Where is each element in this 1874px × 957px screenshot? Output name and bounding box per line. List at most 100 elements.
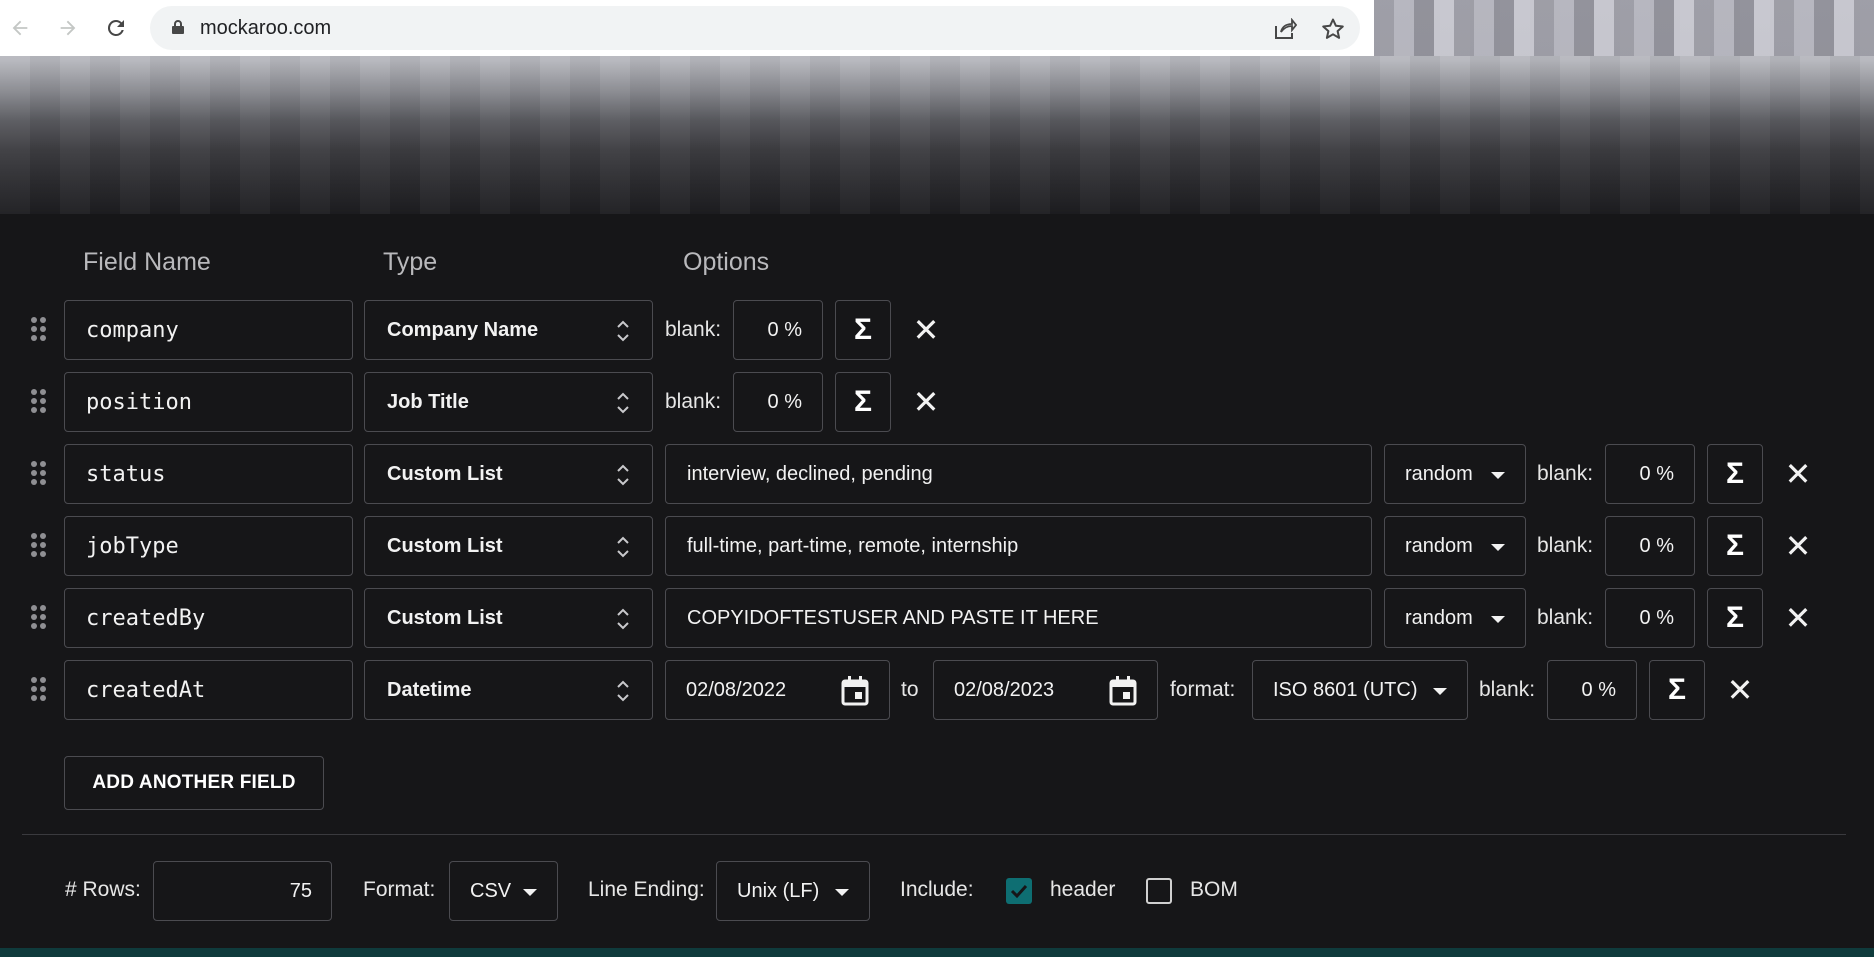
field-type-select[interactable]: Custom List — [364, 516, 653, 576]
date-from-value: 02/08/2022 — [686, 678, 787, 701]
date-to-input[interactable]: 02/08/2023 — [933, 660, 1158, 720]
blank-percent-input[interactable]: 0 % — [733, 372, 823, 432]
url-text: mockaroo.com — [200, 17, 332, 39]
handle-dot — [40, 686, 46, 692]
formula-sigma-button[interactable]: Σ — [1707, 516, 1763, 576]
field-type-label: Datetime — [387, 678, 472, 701]
drag-handle-icon[interactable] — [31, 677, 49, 703]
field-name-input[interactable]: company — [64, 300, 353, 360]
handle-dot — [31, 326, 37, 332]
remove-field-close-icon[interactable]: ✕ — [1783, 528, 1813, 564]
blank-percent-input[interactable]: 0 % — [1547, 660, 1637, 720]
drag-handle-icon[interactable] — [31, 389, 49, 415]
handle-dot — [40, 623, 46, 629]
field-type-select[interactable]: Company Name — [364, 300, 653, 360]
blank-percent-input[interactable]: 0 % — [733, 300, 823, 360]
selection-mode-select[interactable]: random — [1384, 516, 1526, 576]
chevron-down-icon — [1433, 688, 1447, 695]
handle-dot — [31, 695, 37, 701]
custom-list-values-input[interactable]: full-time, part-time, remote, internship — [665, 516, 1372, 576]
blank-percent-input[interactable]: 0 % — [1605, 588, 1695, 648]
remove-field-close-icon[interactable]: ✕ — [1783, 600, 1813, 636]
updown-chevron-icon — [617, 320, 629, 342]
remove-field-close-icon[interactable]: ✕ — [911, 312, 941, 348]
bottom-strip — [0, 948, 1874, 957]
chevron-down-icon — [523, 889, 537, 896]
field-type-select[interactable]: Job Title — [364, 372, 653, 432]
chevron-down-icon — [1491, 616, 1505, 623]
selection-mode-value: random — [1405, 462, 1473, 485]
blank-percent-input[interactable]: 0 % — [1605, 444, 1695, 504]
remove-field-close-icon[interactable]: ✕ — [911, 384, 941, 420]
updown-chevron-icon — [617, 392, 629, 414]
updown-chevron-icon — [617, 608, 629, 630]
datetime-format-select[interactable]: ISO 8601 (UTC) — [1252, 660, 1468, 720]
format-label: Format: — [363, 878, 436, 901]
date-to-value: 02/08/2023 — [954, 678, 1055, 701]
selection-mode-select[interactable]: random — [1384, 588, 1526, 648]
handle-dot — [31, 533, 37, 539]
calendar-icon[interactable] — [1109, 676, 1137, 706]
rows-input[interactable]: 75 — [153, 861, 332, 921]
handle-dot — [40, 551, 46, 557]
formula-sigma-button[interactable]: Σ — [1707, 588, 1763, 648]
bookmark-star-icon[interactable] — [1320, 16, 1346, 42]
field-name-input[interactable]: position — [64, 372, 353, 432]
selection-mode-select[interactable]: random — [1384, 444, 1526, 504]
handle-dot — [31, 389, 37, 395]
drag-handle-icon[interactable] — [31, 461, 49, 487]
custom-list-values-input[interactable]: interview, declined, pending — [665, 444, 1372, 504]
remove-field-close-icon[interactable]: ✕ — [1725, 672, 1755, 708]
blank-label: blank: — [665, 318, 722, 341]
field-name-input[interactable]: status — [64, 444, 353, 504]
format-value: CSV — [470, 879, 512, 902]
field-name-input[interactable]: jobType — [64, 516, 353, 576]
field-name-input[interactable]: createdAt — [64, 660, 353, 720]
calendar-icon[interactable] — [841, 676, 869, 706]
add-another-field-button[interactable]: ADD ANOTHER FIELD — [64, 756, 324, 810]
header-field-name: Field Name — [83, 248, 211, 276]
handle-dot — [40, 389, 46, 395]
forward-arrow-icon[interactable] — [50, 10, 86, 46]
updown-chevron-icon — [617, 536, 629, 558]
handle-dot — [40, 605, 46, 611]
line-ending-value: Unix (LF) — [737, 879, 820, 902]
drag-handle-icon[interactable] — [31, 605, 49, 631]
drag-handle-icon[interactable] — [31, 317, 49, 343]
formula-sigma-button[interactable]: Σ — [1707, 444, 1763, 504]
divider — [22, 834, 1846, 835]
reload-icon[interactable] — [98, 10, 134, 46]
date-from-input[interactable]: 02/08/2022 — [665, 660, 890, 720]
line-ending-select[interactable]: Unix (LF) — [716, 861, 870, 921]
bom-checkbox-label: BOM — [1190, 878, 1238, 901]
handle-dot — [31, 317, 37, 323]
share-icon[interactable] — [1272, 16, 1298, 42]
header-checkbox[interactable] — [1006, 878, 1032, 904]
handle-dot — [40, 461, 46, 467]
handle-dot — [31, 335, 37, 341]
field-name-input[interactable]: createdBy — [64, 588, 353, 648]
formula-sigma-button[interactable]: Σ — [835, 300, 891, 360]
selection-mode-value: random — [1405, 606, 1473, 629]
address-bar[interactable]: mockaroo.com — [150, 6, 1360, 50]
handle-dot — [31, 542, 37, 548]
updown-chevron-icon — [617, 464, 629, 486]
field-type-select[interactable]: Custom List — [364, 444, 653, 504]
blank-percent-input[interactable]: 0 % — [1605, 516, 1695, 576]
handle-dot — [40, 533, 46, 539]
drag-handle-icon[interactable] — [31, 533, 49, 559]
chevron-down-icon — [1491, 544, 1505, 551]
formula-sigma-button[interactable]: Σ — [835, 372, 891, 432]
back-arrow-icon[interactable] — [2, 10, 38, 46]
remove-field-close-icon[interactable]: ✕ — [1783, 456, 1813, 492]
header-type: Type — [383, 248, 438, 276]
field-type-select[interactable]: Custom List — [364, 588, 653, 648]
field-type-label: Custom List — [387, 462, 503, 485]
custom-list-values-input[interactable]: COPYIDOFTESTUSER AND PASTE IT HERE — [665, 588, 1372, 648]
handle-dot — [40, 614, 46, 620]
field-type-select[interactable]: Datetime — [364, 660, 653, 720]
formula-sigma-button[interactable]: Σ — [1649, 660, 1705, 720]
format-label: format: — [1170, 678, 1236, 701]
bom-checkbox[interactable] — [1146, 878, 1172, 904]
format-select[interactable]: CSV — [449, 861, 558, 921]
